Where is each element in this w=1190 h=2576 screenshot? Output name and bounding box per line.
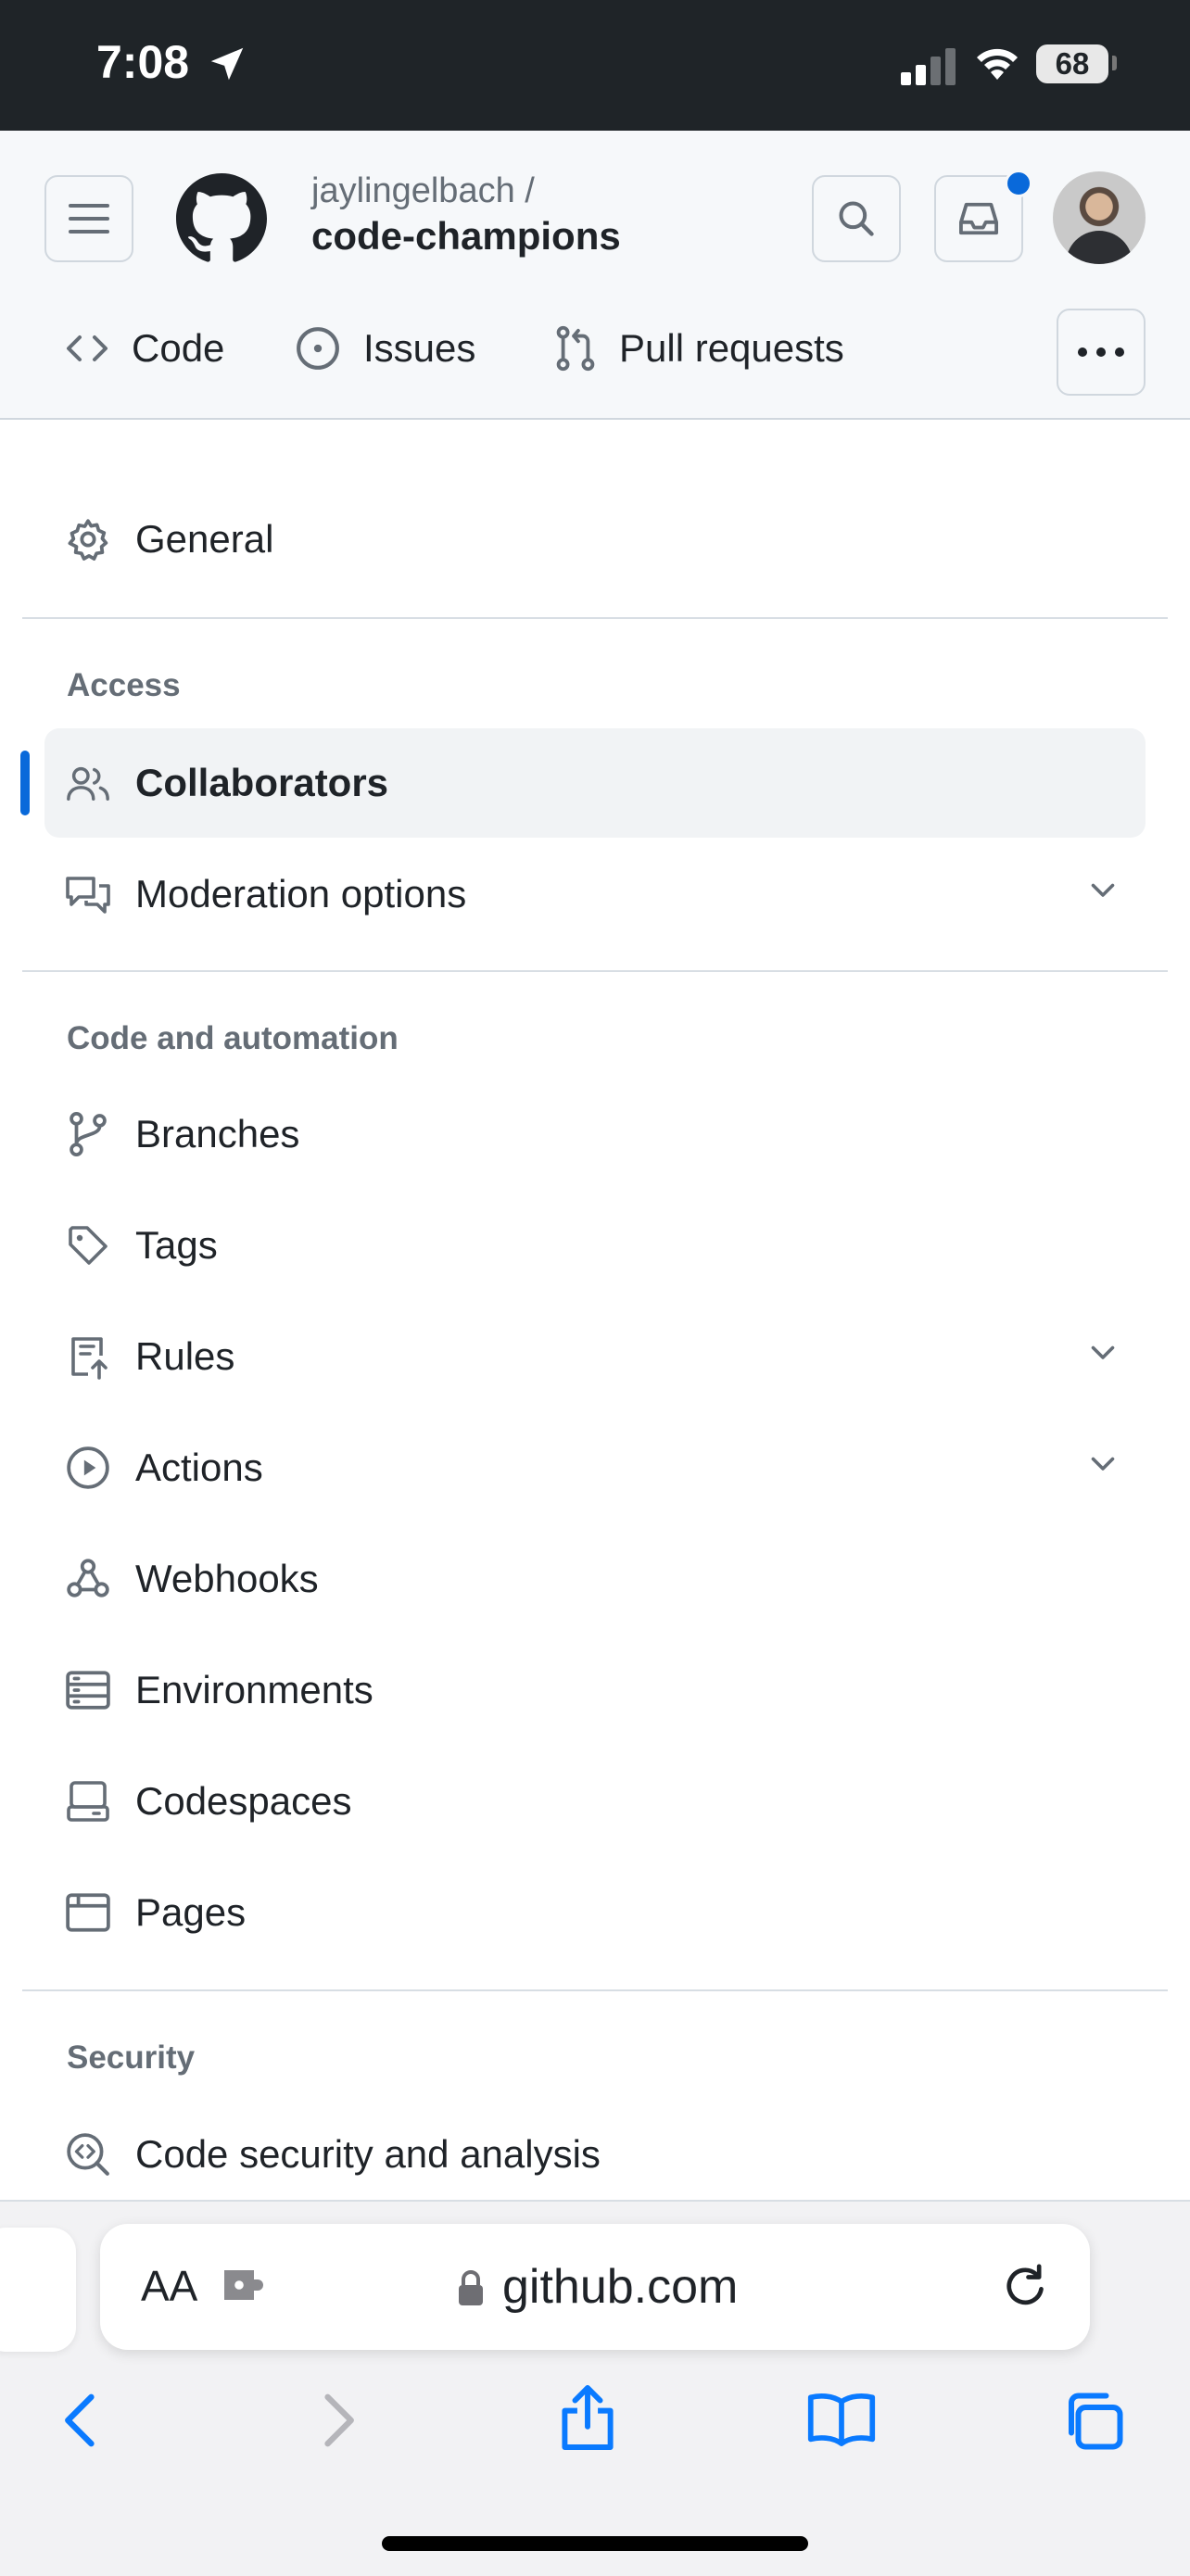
nav-label-rules: Rules	[135, 1334, 235, 1378]
kebab-horizontal-icon	[1078, 347, 1124, 357]
section-security: Security	[67, 2039, 196, 2076]
nav-label-pages: Pages	[135, 1890, 247, 1934]
tab-code-label: Code	[132, 326, 225, 370]
lock-icon	[459, 2270, 483, 2305]
issue-opened-icon	[297, 327, 339, 370]
github-logo-icon[interactable]	[176, 173, 267, 264]
search-button[interactable]	[812, 175, 901, 262]
nav-label-environments: Environments	[135, 1668, 373, 1711]
tab-code[interactable]: Code	[65, 302, 224, 395]
bookmarks-icon[interactable]	[806, 2391, 877, 2448]
code-icon	[67, 335, 108, 361]
hamburger-icon	[69, 204, 109, 234]
nav-label-moderation: Moderation options	[135, 872, 467, 915]
repo-tabs: Code Issues Pull requests	[0, 302, 1190, 395]
people-icon	[67, 766, 109, 802]
nav-divider	[22, 1989, 1168, 1991]
nav-label-collaborators: Collaborators	[135, 761, 389, 804]
nav-label-branches: Branches	[135, 1112, 300, 1155]
git-pull-request-icon	[556, 325, 595, 372]
browser-icon	[66, 1893, 110, 1932]
more-tabs-button[interactable]	[1057, 309, 1146, 396]
chevron-down-icon	[1091, 883, 1115, 897]
nav-label-general: General	[135, 517, 274, 561]
safari-toolbar: AA github.com	[0, 2200, 1190, 2576]
nav-item-pages[interactable]: Pages	[44, 1858, 1146, 1967]
battery-indicator: 68	[1036, 44, 1108, 83]
nav-divider	[22, 617, 1168, 619]
back-icon[interactable]	[57, 2391, 104, 2450]
repo-header: jaylingelbach / code-champions Code Issu…	[0, 131, 1190, 420]
nav-item-moderation[interactable]: Moderation options	[44, 840, 1146, 949]
tab-issues-label: Issues	[363, 326, 476, 370]
nav-item-branches[interactable]: Branches	[44, 1080, 1146, 1189]
nav-label-codespaces: Codespaces	[135, 1779, 352, 1823]
chevron-down-icon	[1091, 1345, 1115, 1359]
codespaces-icon	[67, 1781, 109, 1822]
location-arrow-icon	[210, 47, 244, 81]
codescan-icon	[67, 2133, 109, 2176]
battery-nub	[1112, 56, 1117, 70]
nav-item-tags[interactable]: Tags	[44, 1191, 1146, 1300]
nav-item-rules[interactable]: Rules	[44, 1302, 1146, 1411]
inbox-icon	[958, 202, 998, 235]
home-indicator	[382, 2536, 808, 2551]
tab-pull-requests[interactable]: Pull requests	[554, 302, 844, 395]
tag-icon	[69, 1226, 108, 1265]
nav-item-general[interactable]: General	[44, 485, 1146, 594]
url-text[interactable]: github.com	[502, 2259, 738, 2315]
nav-item-actions[interactable]: Actions	[44, 1413, 1146, 1522]
ios-status-bar: 7:08 68	[0, 0, 1190, 131]
forward-icon[interactable]	[315, 2391, 361, 2450]
nav-item-collaborators[interactable]: Collaborators	[44, 728, 1146, 838]
play-circle-icon	[67, 1446, 109, 1489]
git-branch-icon	[70, 1112, 107, 1156]
search-icon	[839, 201, 874, 236]
chevron-down-icon	[1091, 1457, 1115, 1471]
repo-owner-link[interactable]: jaylingelbach /	[311, 171, 535, 211]
webhook-icon	[67, 1559, 109, 1597]
notification-dot	[1005, 170, 1032, 197]
nav-item-webhooks[interactable]: Webhooks	[44, 1524, 1146, 1634]
repo-name-link[interactable]: code-champions	[311, 214, 621, 259]
share-icon[interactable]	[558, 2383, 617, 2452]
section-code-automation: Code and automation	[67, 1020, 399, 1056]
wifi-icon	[977, 48, 1018, 80]
nav-item-codespaces[interactable]: Codespaces	[44, 1747, 1146, 1856]
reload-icon[interactable]	[999, 2261, 1051, 2313]
active-indicator	[20, 751, 30, 815]
previous-tab-card[interactable]	[0, 2228, 76, 2352]
nav-item-code-security[interactable]: Code security and analysis	[44, 2100, 1146, 2209]
nav-label-webhooks: Webhooks	[135, 1557, 319, 1600]
cellular-signal-icon	[901, 48, 956, 85]
gear-icon	[68, 519, 108, 561]
tab-issues[interactable]: Issues	[295, 302, 475, 395]
extension-icon[interactable]	[221, 2267, 269, 2304]
repo-push-icon	[71, 1337, 108, 1380]
text-size-button[interactable]: AA	[141, 2261, 197, 2311]
nav-label-tags: Tags	[135, 1223, 218, 1267]
address-bar[interactable]: AA github.com	[100, 2224, 1090, 2350]
nav-item-environments[interactable]: Environments	[44, 1635, 1146, 1745]
comment-discussion-icon	[66, 877, 110, 914]
nav-label-actions: Actions	[135, 1446, 263, 1489]
section-access: Access	[67, 667, 181, 703]
nav-divider	[22, 970, 1168, 972]
nav-label-code-security: Code security and analysis	[135, 2132, 601, 2176]
tabs-icon[interactable]	[1062, 2391, 1127, 2452]
global-menu-button[interactable]	[44, 175, 133, 262]
user-avatar[interactable]	[1053, 171, 1146, 264]
status-time: 7:08	[96, 36, 190, 88]
server-icon	[66, 1671, 110, 1710]
tab-pull-requests-label: Pull requests	[619, 326, 844, 370]
